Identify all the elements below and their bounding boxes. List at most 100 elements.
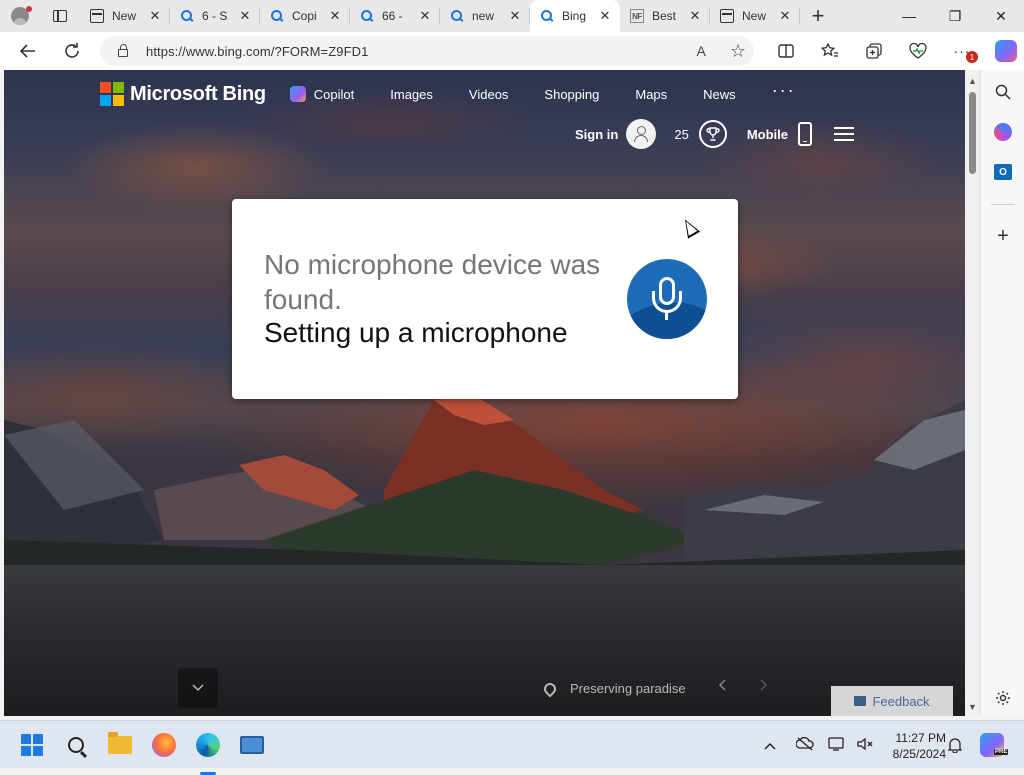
sign-in-link[interactable]: Sign in xyxy=(575,127,618,142)
taskbar-search-button[interactable] xyxy=(60,729,92,761)
favorites-button[interactable] xyxy=(808,32,852,70)
profile-button[interactable] xyxy=(0,0,40,32)
sidebar-settings-button[interactable] xyxy=(981,680,1024,716)
hamburger-menu-icon[interactable] xyxy=(833,127,854,141)
maximize-button[interactable]: ❐ xyxy=(932,0,978,32)
read-aloud-icon[interactable]: A xyxy=(697,43,706,59)
edge-icon xyxy=(196,733,220,757)
microphone-error-dialog: No microphone device was found. Setting … xyxy=(232,199,738,399)
split-screen-button[interactable] xyxy=(764,32,808,70)
user-avatar-icon[interactable] xyxy=(626,119,657,149)
tab-actions-button[interactable] xyxy=(40,0,80,32)
show-hidden-icons-chevron-icon[interactable] xyxy=(764,737,782,753)
settings-more-button[interactable]: ··· 1 xyxy=(940,32,984,70)
sidebar-outlook-button[interactable]: O xyxy=(981,154,1024,190)
sidebar-add-button[interactable]: + xyxy=(981,218,1024,254)
tab-title: 66 - xyxy=(382,9,403,23)
refresh-button[interactable] xyxy=(52,32,92,70)
notification-bell-icon[interactable] xyxy=(947,737,963,756)
tab-close-icon[interactable]: ✕ xyxy=(238,8,252,24)
tab-66[interactable]: 66 - ✕ xyxy=(350,0,440,32)
minimize-button[interactable]: — xyxy=(886,0,932,32)
edge-button[interactable] xyxy=(192,729,224,775)
image-caption: Preserving paradise xyxy=(570,681,686,696)
remote-desktop-button[interactable] xyxy=(236,729,268,761)
system-tray xyxy=(764,721,876,769)
previous-image-button[interactable] xyxy=(718,678,726,696)
tab-page-icon xyxy=(720,9,734,23)
brand-title[interactable]: Microsoft Bing xyxy=(130,83,266,106)
copilot-button[interactable] xyxy=(984,32,1024,70)
next-image-button[interactable] xyxy=(760,678,768,696)
tab-new-search[interactable]: new ✕ xyxy=(440,0,530,32)
tab-close-icon[interactable]: ✕ xyxy=(328,8,342,24)
system-clock[interactable]: 11:27 PM 8/25/2024 xyxy=(882,730,946,762)
tab-close-icon[interactable]: ✕ xyxy=(688,8,702,24)
page-scrollbar[interactable]: ▲ ▼ xyxy=(965,70,980,716)
setup-microphone-link[interactable]: Setting up a microphone xyxy=(264,317,568,349)
tab-close-icon[interactable]: ✕ xyxy=(598,8,612,24)
tab-title: new xyxy=(472,9,495,23)
rewards-points[interactable]: 25 xyxy=(674,127,688,142)
tab-new-2[interactable]: New ✕ xyxy=(710,0,800,32)
chevron-down-icon xyxy=(192,684,204,692)
scroll-down-button[interactable] xyxy=(178,668,218,708)
tab-copi[interactable]: Copi ✕ xyxy=(260,0,350,32)
volume-muted-icon[interactable] xyxy=(856,737,876,754)
image-location[interactable]: Preserving paradise xyxy=(541,680,686,697)
nav-more-button[interactable]: ··· xyxy=(772,80,796,101)
tab-title: 6 - S xyxy=(202,9,228,23)
network-offline-icon[interactable] xyxy=(795,736,816,754)
nav-videos[interactable]: Videos xyxy=(469,87,509,102)
tab-close-icon[interactable]: ✕ xyxy=(508,8,522,24)
mobile-link[interactable]: Mobile xyxy=(747,127,788,142)
microsoft-logo-icon[interactable] xyxy=(100,82,124,106)
address-bar[interactable]: https://www.bing.com/?FORM=Z9FD1 A ☆ xyxy=(100,36,754,66)
edge-sidebar: O + xyxy=(980,70,1024,716)
browser-toolbar: https://www.bing.com/?FORM=Z9FD1 A ☆ ···… xyxy=(0,32,1024,70)
tab-close-icon[interactable]: ✕ xyxy=(148,8,162,24)
tab-6-s[interactable]: 6 - S ✕ xyxy=(170,0,260,32)
sidebar-search-button[interactable] xyxy=(981,74,1024,110)
tab-title: Best xyxy=(652,9,677,23)
microphone-button[interactable] xyxy=(627,259,707,339)
trophy-glyph xyxy=(706,127,720,141)
lock-icon[interactable] xyxy=(118,44,128,57)
copilot-preview-badge: PRE xyxy=(994,749,1009,755)
tab-title: New xyxy=(742,9,767,23)
file-explorer-button[interactable] xyxy=(104,729,136,761)
sidebar-copilot-button[interactable] xyxy=(981,114,1024,150)
tab-close-icon[interactable]: ✕ xyxy=(778,8,792,24)
trophy-icon[interactable] xyxy=(698,120,727,148)
back-button[interactable] xyxy=(8,32,48,70)
copilot-icon xyxy=(289,86,306,102)
collections-button[interactable] xyxy=(852,32,896,70)
nav-shopping[interactable]: Shopping xyxy=(544,87,599,102)
window-controls: — ❐ ✕ xyxy=(886,0,1024,32)
nav-images[interactable]: Images xyxy=(390,87,433,102)
scroll-up-arrow-icon[interactable]: ▲ xyxy=(968,76,977,86)
nav-copilot[interactable]: Copilot xyxy=(289,86,354,102)
search-icon xyxy=(450,9,464,23)
tab-new-1[interactable]: New ✕ xyxy=(80,0,170,32)
feedback-button[interactable]: Feedback xyxy=(831,686,953,716)
notification-badge: 1 xyxy=(966,51,978,63)
split-screen-icon xyxy=(778,44,794,58)
close-window-button[interactable]: ✕ xyxy=(978,0,1024,32)
favorite-star-icon[interactable]: ☆ xyxy=(730,41,746,62)
display-icon[interactable] xyxy=(828,736,848,754)
firefox-button[interactable] xyxy=(148,729,180,761)
tab-bing[interactable]: Bing ✕ xyxy=(530,0,620,32)
tab-close-icon[interactable]: ✕ xyxy=(418,8,432,24)
scroll-down-arrow-icon[interactable]: ▼ xyxy=(968,702,977,712)
nav-news[interactable]: News xyxy=(703,87,736,102)
mobile-phone-icon[interactable] xyxy=(797,122,812,146)
scrollbar-thumb[interactable] xyxy=(969,92,976,174)
url-text[interactable]: https://www.bing.com/?FORM=Z9FD1 xyxy=(146,44,368,59)
nav-maps[interactable]: Maps xyxy=(635,87,667,102)
tab-best[interactable]: NF Best ✕ xyxy=(620,0,710,32)
start-button[interactable] xyxy=(16,729,48,761)
remote-desktop-icon xyxy=(240,736,264,754)
new-tab-button[interactable]: + xyxy=(800,0,836,32)
browser-essentials-button[interactable] xyxy=(896,32,940,70)
